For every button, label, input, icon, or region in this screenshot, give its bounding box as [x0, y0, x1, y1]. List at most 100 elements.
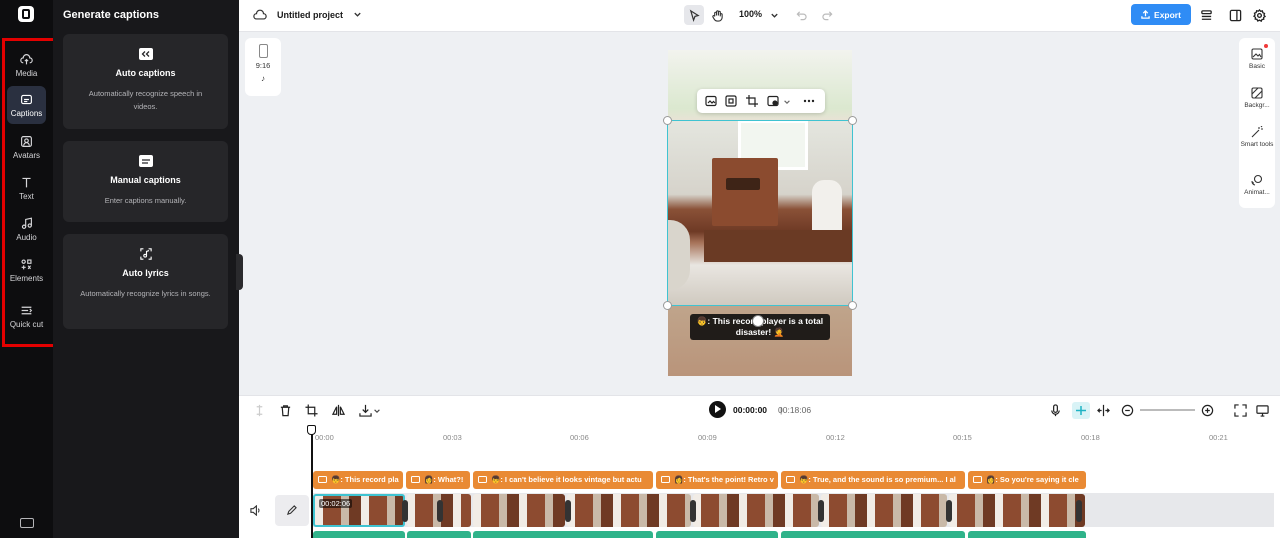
panel-collapse-handle[interactable] [236, 254, 243, 290]
edit-cover-button[interactable] [275, 495, 309, 526]
manual-captions-card[interactable]: Manual captions Enter captions manually. [63, 141, 228, 222]
zoom-out-icon[interactable] [1121, 404, 1134, 417]
caption-segment[interactable]: 👩: That's the point! Retro v [656, 471, 778, 489]
chevron-down-icon[interactable] [353, 10, 362, 19]
ruler-label: 00:18 [1081, 433, 1100, 442]
audio-segment[interactable] [313, 531, 405, 538]
hand-tool-button[interactable] [707, 5, 727, 25]
redo-icon[interactable] [822, 10, 833, 21]
video-clip[interactable] [567, 494, 691, 527]
crop-icon[interactable] [746, 95, 758, 107]
transition-handle[interactable] [818, 500, 824, 522]
layers-icon[interactable] [1200, 9, 1213, 22]
audio-segment[interactable] [473, 531, 653, 538]
caption-segment[interactable]: 👩: So you're saying it cle [968, 471, 1086, 489]
tab-background[interactable]: Backgr... [1239, 87, 1275, 110]
duration: 00:18:06 [778, 405, 812, 415]
download-icon[interactable] [359, 404, 372, 417]
export-button[interactable]: Export [1131, 4, 1191, 25]
zoom-in-icon[interactable] [1201, 404, 1214, 417]
microphone-icon[interactable] [1049, 404, 1062, 417]
flip-icon[interactable] [332, 404, 345, 417]
select-tool-button[interactable] [684, 5, 704, 25]
audio-segment[interactable] [656, 531, 778, 538]
caption-segment[interactable]: 👦: This record pla [313, 471, 403, 489]
audio-segment[interactable] [407, 531, 471, 538]
resize-handle[interactable] [663, 301, 672, 310]
video-clip[interactable] [949, 494, 1085, 527]
video-clip[interactable]: 00:02:06 [313, 494, 405, 527]
magic-wand-icon [1251, 126, 1263, 138]
undo-icon[interactable] [796, 10, 807, 21]
properties-panel: Basic Backgr... Smart tools Animat... [1239, 38, 1275, 208]
rail-item-media[interactable]: Media [7, 46, 46, 84]
rotate-handle-icon[interactable] [752, 315, 764, 327]
rail-item-text[interactable]: Text [7, 169, 46, 207]
auto-snap-icon[interactable] [1072, 402, 1090, 419]
rail-item-captions[interactable]: Captions [7, 86, 46, 124]
transition-handle[interactable] [565, 500, 571, 522]
more-icon[interactable] [803, 95, 815, 107]
card-description: Automatically recognize lyrics in songs. [80, 289, 211, 298]
playhead-handle[interactable] [307, 425, 316, 435]
fit-icon[interactable] [725, 95, 737, 107]
zoom-chevron-down-icon[interactable] [770, 11, 779, 20]
manual-captions-icon [138, 155, 153, 167]
app-logo-icon[interactable] [18, 6, 34, 22]
transition-handle[interactable] [690, 500, 696, 522]
caption-segment[interactable]: 👦: True, and the sound is so premium... … [781, 471, 965, 489]
aspect-ratio-card[interactable]: 9:16 ♪ [245, 38, 281, 96]
panel-layout-icon[interactable] [1229, 9, 1242, 22]
split-view-icon[interactable] [1097, 404, 1110, 417]
video-clip[interactable] [473, 494, 565, 527]
rail-item-avatars[interactable]: Avatars [7, 128, 46, 166]
selection-box[interactable] [667, 120, 853, 306]
caption-segment[interactable]: 👦: I can't believe it looks vintage but … [473, 471, 653, 489]
auto-captions-icon [138, 48, 153, 60]
caption-segment[interactable]: 👩: What?! [406, 471, 470, 489]
transition-handle[interactable] [946, 500, 952, 522]
rail-item-audio[interactable]: Audio [7, 210, 46, 248]
play-button[interactable] [709, 401, 726, 418]
panel-title: Generate captions [63, 9, 159, 21]
audio-segment[interactable] [968, 531, 1086, 538]
pointer-icon [689, 8, 700, 22]
audio-segment[interactable] [781, 531, 965, 538]
delete-icon[interactable] [279, 404, 292, 417]
chevron-down-icon[interactable] [373, 407, 381, 415]
resize-handle[interactable] [848, 301, 857, 310]
monitor-icon[interactable] [1256, 404, 1269, 417]
resize-handle[interactable] [848, 116, 857, 125]
video-clip[interactable] [693, 494, 819, 527]
rail-item-label: Text [19, 191, 34, 201]
replace-media-icon[interactable] [705, 95, 717, 107]
resize-handle[interactable] [663, 116, 672, 125]
transition-handle[interactable] [402, 500, 408, 522]
keyboard-shortcuts-icon[interactable] [20, 518, 34, 528]
timeline-zoom-slider[interactable] [1140, 409, 1195, 411]
split-icon[interactable] [253, 404, 266, 417]
transition-handle[interactable] [1076, 500, 1082, 522]
mask-icon[interactable] [767, 95, 779, 107]
auto-captions-card[interactable]: Auto captions Automatically recognize sp… [63, 34, 228, 129]
tab-animation[interactable]: Animat... [1239, 174, 1275, 197]
fit-timeline-icon[interactable] [1234, 404, 1247, 417]
zoom-level[interactable]: 100% [739, 9, 762, 19]
crop-icon[interactable] [305, 404, 318, 417]
auto-lyrics-card[interactable]: Auto lyrics Automatically recognize lyri… [63, 234, 228, 329]
top-bar: Untitled project 100% Export [239, 0, 1280, 32]
playhead[interactable] [311, 426, 313, 538]
speaker-icon[interactable] [250, 505, 261, 516]
video-clip[interactable] [821, 494, 947, 527]
portrait-icon [258, 44, 268, 58]
tab-basic[interactable]: Basic [1239, 48, 1275, 71]
chevron-down-icon[interactable] [783, 98, 791, 106]
tab-smart-tools[interactable]: Smart tools [1239, 126, 1275, 149]
export-label: Export [1154, 9, 1181, 20]
transition-handle[interactable] [437, 500, 443, 522]
cloud-sync-icon[interactable] [253, 9, 267, 21]
rail-item-quick-cut[interactable]: Quick cut [7, 294, 46, 338]
project-title[interactable]: Untitled project [277, 10, 343, 20]
rail-item-elements[interactable]: Elements [7, 251, 46, 289]
settings-gear-icon[interactable] [1253, 9, 1266, 22]
